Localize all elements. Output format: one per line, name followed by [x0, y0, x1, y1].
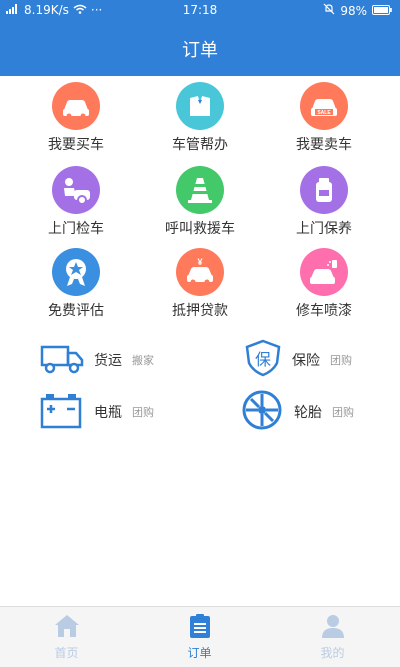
service-label: 保险	[292, 353, 320, 369]
money-car-icon: ¥	[176, 248, 224, 296]
home-icon	[53, 615, 81, 642]
status-right: 98%	[323, 3, 392, 18]
service-sub: 搬家	[132, 354, 154, 367]
grid-label: 车管帮办	[172, 137, 228, 153]
badge-icon	[52, 248, 100, 296]
service-sub: 团购	[332, 406, 354, 419]
mechanic-icon	[52, 166, 100, 214]
service-label: 轮胎	[294, 405, 322, 421]
grid-label: 修车喷漆	[296, 303, 352, 319]
tab-label: 首页	[54, 646, 79, 660]
grid-label: 我要卖车	[296, 137, 352, 153]
tire-icon	[240, 388, 284, 436]
grid-label: 上门保养	[296, 221, 352, 237]
service-label: 电瓶	[94, 405, 122, 421]
battery-status-icon	[372, 4, 392, 18]
tab-profile[interactable]: 我的	[266, 613, 399, 661]
svg-text:保: 保	[255, 350, 271, 369]
grid-item-free-assessment[interactable]: 免费评估	[16, 248, 136, 320]
battery-icon	[40, 391, 84, 433]
mute-bell-icon	[323, 3, 335, 18]
page-title: 订单	[182, 40, 218, 61]
tab-home[interactable]: 首页	[0, 613, 133, 661]
tab-orders[interactable]: 订单	[133, 613, 266, 661]
tab-label: 我的	[320, 646, 345, 660]
service-sub: 团购	[132, 406, 154, 419]
grid-item-buy-car[interactable]: 我要买车	[16, 82, 136, 154]
tab-label: 订单	[187, 646, 212, 660]
service-freight[interactable]: 货运 搬家	[40, 340, 154, 380]
traffic-cone-icon	[176, 166, 224, 214]
clipboard-icon	[187, 614, 213, 642]
grid-item-repair-paint[interactable]: 修车喷漆	[264, 248, 384, 320]
truck-icon	[40, 341, 84, 379]
suit-icon	[176, 82, 224, 130]
grid-label: 抵押贷款	[172, 303, 228, 319]
user-icon	[320, 615, 346, 642]
insurance-shield-icon: 保	[244, 339, 282, 381]
title-bar: 订单	[0, 20, 400, 76]
service-battery[interactable]: 电瓶 团购	[40, 392, 154, 432]
service-insurance[interactable]: 保 保险 团购	[244, 339, 352, 381]
service-sub: 团购	[330, 354, 352, 367]
grid-label: 我要买车	[48, 137, 104, 153]
grid-item-home-maintenance[interactable]: 上门保养	[264, 166, 384, 238]
svg-text:¥: ¥	[197, 257, 202, 267]
grid-item-car-inspection[interactable]: 上门检车	[16, 166, 136, 238]
grid-label: 免费评估	[48, 303, 104, 319]
svg-text:SALE: SALE	[317, 110, 331, 116]
grid-item-call-rescue[interactable]: 呼叫救援车	[140, 166, 260, 238]
spray-car-icon	[300, 248, 348, 296]
bottom-tab-bar: 首页 订单 我的	[0, 606, 400, 667]
oil-can-icon	[300, 166, 348, 214]
grid-item-vehicle-admin[interactable]: 车管帮办	[140, 82, 260, 154]
grid-label: 上门检车	[48, 221, 104, 237]
sale-car-icon: SALE	[300, 82, 348, 130]
battery-percent: 98%	[340, 3, 367, 18]
service-tire[interactable]: 轮胎 团购	[240, 390, 354, 432]
car-icon	[52, 82, 100, 130]
service-label: 货运	[94, 353, 122, 369]
grid-label: 呼叫救援车	[165, 221, 235, 237]
grid-item-sell-car[interactable]: SALE 我要卖车	[264, 82, 384, 154]
grid-item-mortgage-loan[interactable]: ¥ 抵押贷款	[140, 248, 260, 320]
status-bar: 8.19K/s ··· 17:18 98%	[0, 0, 400, 20]
